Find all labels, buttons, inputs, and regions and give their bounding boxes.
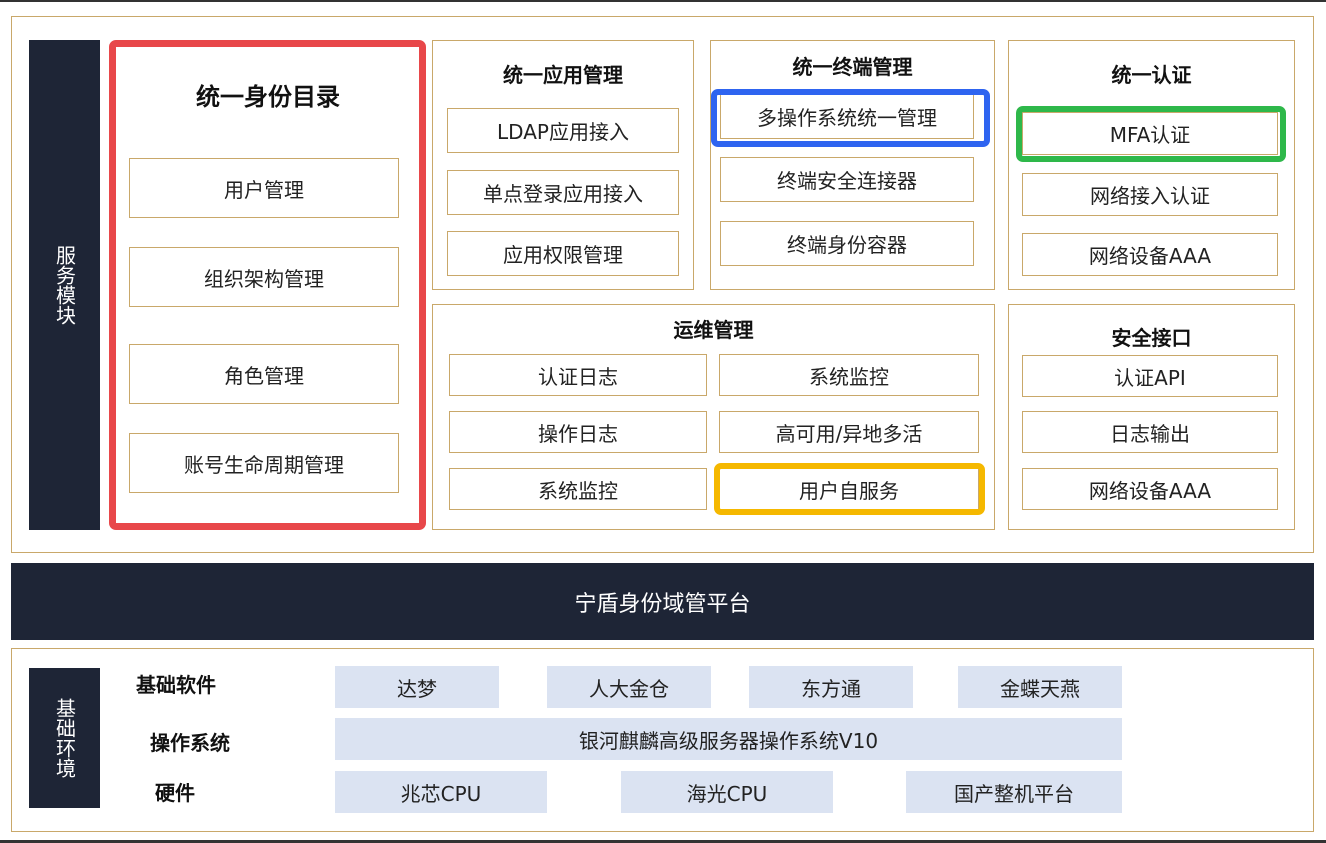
category-base-software: 基础软件	[136, 672, 216, 697]
infrastructure-label-text: 基础环境	[52, 698, 77, 778]
ops-item-high-availability: 高可用/异地多活	[719, 411, 979, 453]
hardware-item-domestic-machine: 国产整机平台	[906, 771, 1122, 813]
identity-item-org-management: 组织架构管理	[129, 247, 399, 307]
auth-item-network-access: 网络接入认证	[1022, 173, 1278, 216]
ops-item-user-self-service: 用户自服务	[719, 468, 979, 510]
terminal-item-multi-os: 多操作系统统一管理	[720, 94, 974, 139]
infrastructure-label: 基础环境	[29, 668, 100, 808]
terminal-item-identity-container: 终端身份容器	[720, 221, 974, 266]
software-item-dameng: 达梦	[335, 666, 499, 708]
category-operating-system: 操作系统	[150, 730, 230, 755]
ops-item-auth-log: 认证日志	[449, 354, 707, 396]
category-hardware: 硬件	[155, 780, 195, 805]
platform-label: 宁盾身份域管平台	[574, 591, 751, 617]
ops-item-system-monitor-left: 系统监控	[449, 468, 707, 510]
auth-item-network-aaa: 网络设备AAA	[1022, 233, 1278, 276]
security-item-network-aaa: 网络设备AAA	[1022, 468, 1278, 510]
app-item-sso: 单点登录应用接入	[447, 170, 679, 215]
hardware-item-zhaoxin: 兆芯CPU	[335, 771, 547, 813]
app-item-ldap: LDAP应用接入	[447, 108, 679, 153]
software-item-tongtech: 东方通	[749, 666, 913, 708]
unified-auth-title: 统一认证	[1111, 62, 1192, 87]
terminal-management-title: 统一终端管理	[792, 54, 913, 79]
security-item-auth-api: 认证API	[1022, 355, 1278, 397]
terminal-item-connector: 终端安全连接器	[720, 157, 974, 202]
software-item-apusic: 金蝶天燕	[958, 666, 1122, 708]
service-modules-label-text: 服务模块	[52, 245, 77, 325]
os-item-kylin: 银河麒麟高级服务器操作系统V10	[335, 718, 1122, 760]
service-modules-label: 服务模块	[29, 40, 100, 530]
security-interface-title: 安全接口	[1111, 325, 1192, 350]
identity-item-role-management: 角色管理	[129, 344, 399, 404]
identity-directory-title: 统一身份目录	[196, 82, 340, 111]
hardware-item-hygon: 海光CPU	[621, 771, 833, 813]
identity-item-user-management: 用户管理	[129, 158, 399, 218]
identity-item-account-lifecycle: 账号生命周期管理	[129, 433, 399, 493]
security-item-log-output: 日志输出	[1022, 411, 1278, 453]
auth-item-mfa: MFA认证	[1022, 112, 1278, 155]
ops-management-title: 运维管理	[673, 317, 754, 342]
ops-item-system-monitor-right: 系统监控	[719, 354, 979, 396]
platform-bar: 宁盾身份域管平台	[11, 563, 1314, 640]
ops-item-operation-log: 操作日志	[449, 411, 707, 453]
software-item-kingbase: 人大金仓	[547, 666, 711, 708]
app-item-permissions: 应用权限管理	[447, 231, 679, 276]
app-management-title: 统一应用管理	[503, 62, 623, 87]
top-border-line	[0, 0, 1326, 2]
